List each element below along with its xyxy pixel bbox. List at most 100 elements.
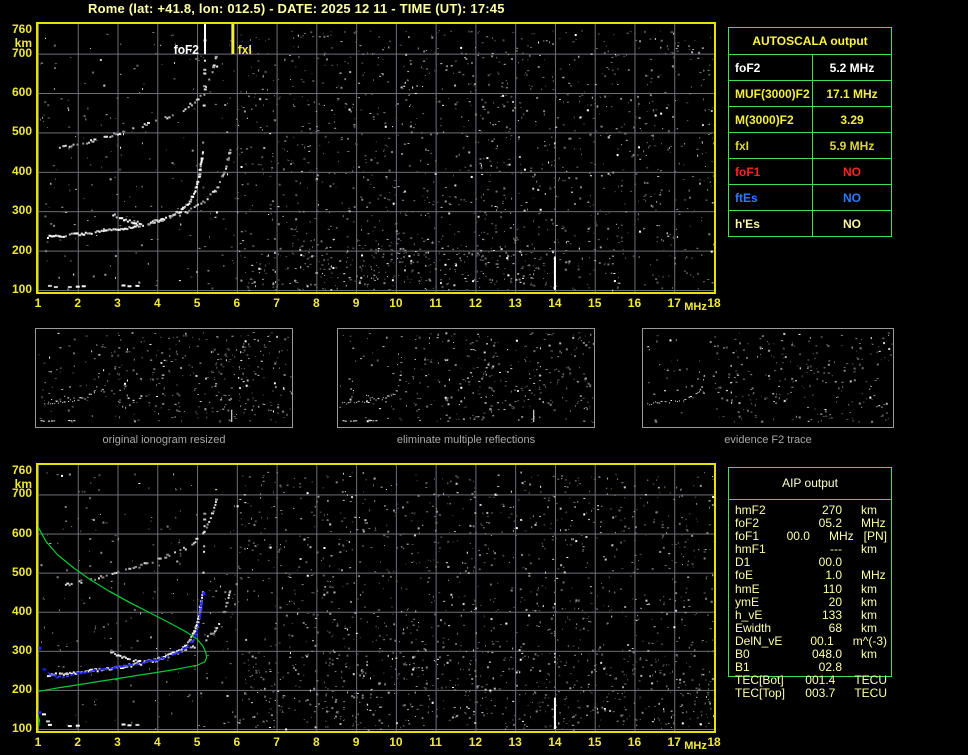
aip-row-ewidth: Ewidth 68 km — [735, 620, 887, 635]
parameter-unit: km — [861, 647, 877, 662]
x-tick-label: 17 — [667, 735, 681, 749]
parameter-value: NO — [843, 216, 861, 231]
x-tick-label: 13 — [508, 735, 522, 749]
y-tick-label: 600 — [11, 85, 32, 100]
parameter-label: Ewidth — [735, 620, 772, 635]
parameter-unit — [842, 556, 861, 569]
parameter-value: 133 — [821, 607, 842, 622]
parameter-label: h_vE — [735, 607, 763, 622]
aip-row-hve: h_vE 133 km — [735, 607, 887, 622]
y-tick-label: 600 — [11, 525, 32, 540]
autoscala-row-m3000f2: M(3000)F2 3.29 — [729, 107, 891, 133]
x-tick-label: 6 — [233, 735, 241, 749]
thumbnail-canvas — [337, 328, 595, 428]
x-tick-label: 16 — [627, 296, 642, 310]
aip-row-yme: ymE 20 km — [735, 594, 887, 609]
x-tick-label: 17 — [667, 296, 681, 310]
aip-rows: hmF2 270 km foF2 05.2 MHz foF1 00.0 MHz [PN] hmF1… — [735, 503, 887, 700]
autoscala-table-header: AUTOSCALA output — [729, 28, 891, 55]
y-tick-label: 500 — [11, 124, 32, 139]
y-tick-label: 760 — [11, 463, 32, 477]
y-tick-label: 100 — [11, 721, 32, 735]
x-tick-label: 15 — [588, 296, 602, 310]
y-tick-label: 500 — [11, 564, 32, 579]
x-tick-label: 5 — [193, 735, 201, 749]
x-tick-label: 8 — [313, 735, 320, 749]
x-tick-label: 9 — [352, 296, 360, 310]
aip-row-b0: B0 048.0 km — [735, 647, 887, 662]
x-tick-label: 16 — [627, 735, 642, 749]
x-tick-label: 5 — [193, 296, 201, 310]
y-tick-label: 760 — [11, 22, 32, 36]
x-tick-label: 11 — [429, 296, 442, 310]
y-tick-label: 200 — [11, 242, 32, 257]
x-tick-label: 4 — [153, 296, 161, 310]
y-tick-label: 100 — [11, 282, 32, 296]
y-tick-label: 700 — [11, 486, 32, 501]
aip-row-hme: hmE 110 km — [735, 581, 887, 596]
parameter-value: 20 — [828, 594, 842, 609]
parameter-name: h'Es — [729, 211, 813, 236]
x-tick-label: 10 — [389, 735, 403, 749]
aip-row-foe: foE 1.0 MHz — [735, 569, 887, 582]
autoscala-row-fxi: fxI 5.9 MHz — [729, 133, 891, 159]
x-tick-label: 1 — [34, 735, 42, 749]
x-tick-label: 8 — [313, 296, 320, 310]
parameter-unit: km — [861, 620, 877, 635]
parameter-value: 003.7 — [805, 686, 836, 701]
thumbnail-canvas — [35, 328, 293, 428]
x-tick-label: 7 — [273, 735, 280, 749]
autoscala-row-muf3000f2: MUF(3000)F2 17.1 MHz — [729, 81, 891, 107]
x-tick-label: 10 — [389, 296, 403, 310]
aip-row-tectop: TEC[Top] 003.7 TECU — [735, 687, 887, 700]
x-tick-label: 18 — [707, 735, 721, 749]
parameter-value: NO — [843, 164, 861, 179]
aip-output-table: AIP output hmF2 270 km foF2 05.2 MHz foF1 00.0 M… — [728, 467, 892, 707]
parameter-name: ftEs — [729, 185, 813, 210]
parameter-value: 5.9 MHz — [829, 138, 875, 153]
thumbnail-eliminate-multiple-reflections: eliminate multiple reflections — [337, 328, 595, 446]
parameter-label: TEC[Top] — [735, 686, 786, 701]
x-tick-label: 1 — [34, 296, 42, 310]
aip-header-divider — [728, 499, 892, 500]
autoscala-screen: Rome (lat: +41.8, lon: 012.5) - DATE: 20… — [0, 0, 968, 755]
parameter-unit: km — [861, 607, 877, 622]
x-tick-label: 3 — [114, 735, 121, 749]
autoscala-output-table: AUTOSCALA output foF2 5.2 MHz MUF(3000)F2 1… — [728, 27, 892, 237]
parameter-name: MUF(3000)F2 — [729, 81, 813, 106]
x-tick-label: 12 — [468, 735, 483, 749]
x-axis-unit-label: MHz — [684, 740, 707, 752]
x-tick-label: 7 — [273, 296, 280, 310]
parameter-name: foF2 — [729, 55, 813, 80]
x-tick-label: 3 — [114, 296, 121, 310]
parameter-value: 1.0 — [825, 568, 842, 583]
parameter-value: NO — [843, 190, 861, 205]
x-tick-label: 6 — [233, 296, 241, 310]
aip-row-hmf1: hmF1 --- km — [735, 543, 887, 556]
top-ionogram-canvas — [36, 22, 716, 294]
x-tick-label: 11 — [429, 735, 442, 749]
y-tick-label: 300 — [11, 642, 32, 657]
parameter-name: M(3000)F2 — [729, 107, 813, 132]
y-tick-label: 200 — [11, 681, 32, 696]
x-tick-label: 4 — [153, 735, 161, 749]
parameter-value: 00.0 — [786, 529, 810, 544]
autoscala-row-fof1: foF1 NO — [729, 159, 891, 185]
parameter-unit: km — [861, 581, 877, 596]
thumbnail-caption: evidence F2 trace — [724, 434, 812, 446]
parameter-label: foE — [735, 568, 754, 583]
x-tick-label: 14 — [548, 735, 562, 749]
parameter-unit: MHz — [861, 568, 886, 583]
autoscala-row-fof2: foF2 5.2 MHz — [729, 55, 891, 81]
thumbnail-canvas — [642, 328, 894, 428]
autoscala-row-ftes: ftEs NO — [729, 185, 891, 211]
x-tick-label: 18 — [707, 296, 721, 310]
thumbnail-caption: eliminate multiple reflections — [396, 434, 536, 446]
x-axis-unit-label: MHz — [684, 301, 707, 313]
x-tick-label: 2 — [74, 296, 82, 310]
autoscala-row-hes: h'Es NO — [729, 211, 891, 236]
parameter-label: hmE — [735, 581, 760, 596]
x-tick-label: 13 — [508, 296, 522, 310]
thumbnail-caption: original ionogram resized — [102, 434, 226, 446]
parameter-unit: TECU — [854, 686, 887, 701]
